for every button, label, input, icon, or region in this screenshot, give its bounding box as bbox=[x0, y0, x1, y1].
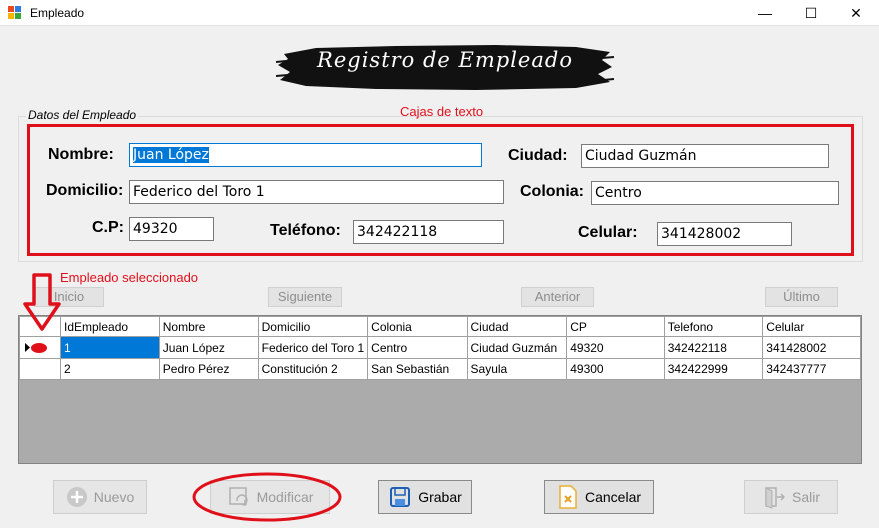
grabar-button[interactable]: Grabar bbox=[378, 480, 472, 514]
row-header[interactable] bbox=[19, 358, 61, 380]
grid-cell[interactable]: Juan López bbox=[158, 336, 259, 359]
nuevo-button[interactable]: Nuevo bbox=[53, 480, 147, 514]
col-header-domicilio[interactable]: Domicilio bbox=[257, 316, 369, 337]
ultimo-button[interactable]: Último bbox=[765, 287, 838, 307]
employee-table: IdEmpleado Nombre Domicilio Colonia Ciud… bbox=[19, 316, 861, 380]
grid-cell[interactable]: Pedro Pérez bbox=[158, 358, 259, 380]
celular-input[interactable]: 341428002 bbox=[657, 222, 792, 246]
celular-label: Celular: bbox=[578, 224, 638, 241]
grid-cell[interactable]: 342422118 bbox=[663, 336, 764, 359]
cancelar-label: Cancelar bbox=[584, 489, 642, 505]
anterior-button[interactable]: Anterior bbox=[521, 287, 594, 307]
colonia-label: Colonia: bbox=[520, 183, 584, 200]
col-header-telefono[interactable]: Telefono bbox=[663, 316, 764, 337]
window-title: Empleado bbox=[30, 6, 85, 20]
cp-input[interactable]: 49320 bbox=[129, 217, 214, 241]
grid-cell[interactable]: 342437777 bbox=[762, 358, 861, 380]
domicilio-input[interactable]: Federico del Toro 1 bbox=[129, 180, 504, 204]
grid-cell[interactable]: Constitución 2 bbox=[257, 358, 369, 380]
ciudad-label: Ciudad: bbox=[508, 147, 568, 164]
telefono-label: Teléfono: bbox=[270, 222, 341, 239]
grid-cell[interactable]: 2 bbox=[60, 358, 160, 380]
annotation-down-arrow bbox=[23, 273, 61, 331]
app-icon bbox=[8, 6, 22, 20]
annotation-text-boxes: Cajas de texto bbox=[400, 104, 484, 119]
grid-cell[interactable]: Centro bbox=[367, 336, 468, 359]
salir-label: Salir bbox=[791, 489, 820, 505]
col-header-celular[interactable]: Celular bbox=[762, 316, 861, 337]
colonia-input[interactable]: Centro bbox=[591, 181, 839, 205]
col-header-ciudad[interactable]: Ciudad bbox=[466, 316, 568, 337]
cancelar-button[interactable]: Cancelar bbox=[544, 480, 654, 514]
grid-cell[interactable]: San Sebastián bbox=[367, 358, 468, 380]
col-header-nombre[interactable]: Nombre bbox=[158, 316, 259, 337]
grid-cell[interactable]: 342422999 bbox=[663, 358, 764, 380]
grid-cell[interactable]: 49300 bbox=[566, 358, 665, 380]
group-legend: Datos del Empleado bbox=[26, 108, 139, 122]
minimize-button[interactable]: — bbox=[742, 0, 788, 26]
grid-cell[interactable]: Ciudad Guzmán bbox=[466, 336, 568, 359]
close-button[interactable]: ✕ bbox=[833, 0, 879, 26]
nombre-input[interactable]: Juan López bbox=[129, 143, 482, 167]
domicilio-label: Domicilio: bbox=[46, 182, 124, 199]
cp-label: C.P: bbox=[92, 219, 124, 236]
grid-header-row: IdEmpleado Nombre Domicilio Colonia Ciud… bbox=[19, 316, 861, 337]
exit-door-icon bbox=[765, 487, 786, 509]
telefono-input[interactable]: 342422118 bbox=[353, 220, 504, 244]
nuevo-label: Nuevo bbox=[93, 489, 135, 505]
grid-cell[interactable]: 1 bbox=[60, 336, 160, 359]
annotation-red-ellipse bbox=[192, 472, 342, 522]
title-bar: Empleado — ☐ ✕ bbox=[0, 0, 879, 26]
siguiente-button[interactable]: Siguiente bbox=[268, 287, 342, 307]
grabar-label: Grabar bbox=[418, 489, 462, 505]
nombre-value: Juan López bbox=[133, 147, 209, 163]
col-header-idempleado[interactable]: IdEmpleado bbox=[60, 316, 160, 337]
maximize-button[interactable]: ☐ bbox=[788, 0, 834, 26]
row-header-selected[interactable] bbox=[19, 336, 61, 359]
employee-grid[interactable]: IdEmpleado Nombre Domicilio Colonia Ciud… bbox=[18, 315, 862, 464]
current-row-arrow-icon bbox=[25, 343, 47, 353]
col-header-colonia[interactable]: Colonia bbox=[367, 316, 468, 337]
cancel-document-icon bbox=[559, 485, 577, 509]
grid-cell[interactable]: Sayula bbox=[466, 358, 568, 380]
banner-title: Registro de Empleado bbox=[317, 48, 573, 72]
table-row[interactable]: 1 Juan López Federico del Toro 1 Centro … bbox=[19, 336, 861, 359]
annotation-selected-employee: Empleado seleccionado bbox=[60, 270, 199, 285]
ciudad-input[interactable]: Ciudad Guzmán bbox=[581, 144, 829, 168]
header-banner: Registro de Empleado bbox=[276, 40, 614, 96]
col-header-cp[interactable]: CP bbox=[566, 316, 665, 337]
salir-button[interactable]: Salir bbox=[744, 480, 838, 514]
save-floppy-icon bbox=[390, 487, 411, 507]
table-row[interactable]: 2 Pedro Pérez Constitución 2 San Sebasti… bbox=[19, 358, 861, 380]
nombre-label: Nombre: bbox=[48, 146, 114, 163]
grid-cell[interactable]: 49320 bbox=[566, 336, 665, 359]
plus-circle-icon bbox=[66, 487, 87, 507]
grid-cell[interactable]: 341428002 bbox=[762, 336, 861, 359]
grid-cell[interactable]: Federico del Toro 1 bbox=[257, 336, 369, 359]
